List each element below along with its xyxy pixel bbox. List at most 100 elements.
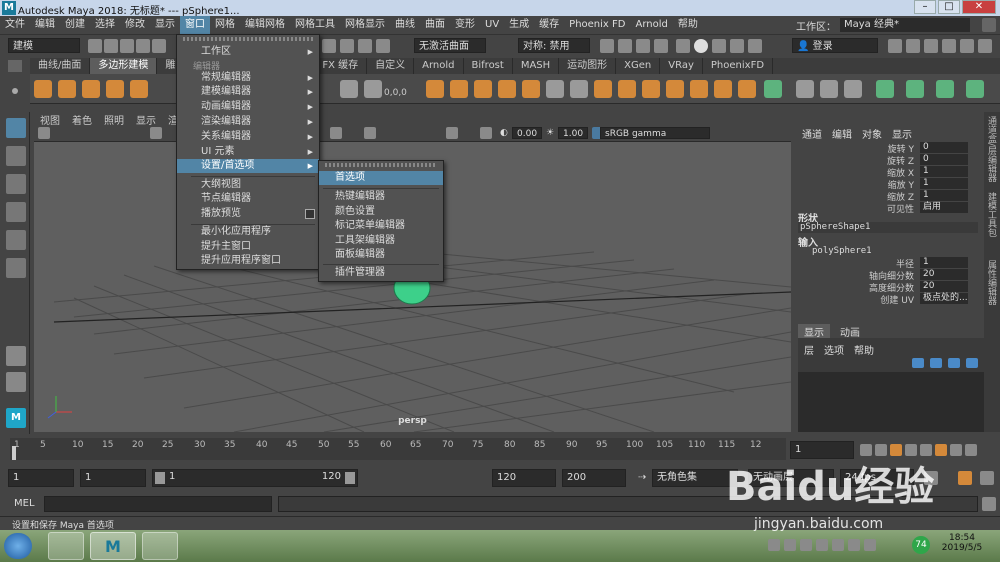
windows-menu-relationship-editors[interactable]: 关系编辑器 ▶ [177, 130, 319, 144]
windows-menu-raise-app-windows[interactable]: 提升应用程序窗口 [177, 254, 319, 268]
anim-end-field[interactable]: 200 [562, 469, 626, 487]
viewport-menu-show[interactable]: 显示 [130, 112, 162, 127]
poly-cone-icon[interactable] [106, 80, 124, 98]
scale-tool-icon[interactable] [6, 258, 26, 278]
channel-box-icon[interactable] [942, 39, 956, 53]
menu-surfaces[interactable]: 曲面 [420, 16, 450, 34]
append-polygon-icon[interactable] [618, 80, 636, 98]
playblast-options-box[interactable] [305, 209, 315, 219]
new-scene-icon[interactable] [88, 39, 102, 53]
channel-box-menu-object[interactable]: 对象 [862, 126, 882, 141]
layer-menu-layers[interactable]: 层 [804, 342, 814, 357]
mel-label[interactable]: MEL [14, 498, 35, 509]
move-layer-down-icon[interactable] [930, 358, 942, 368]
poly-torus-icon[interactable] [130, 80, 148, 98]
relax-sculpt-icon[interactable] [936, 80, 954, 98]
taskbar-app-maya[interactable]: M [90, 532, 136, 560]
stop-icon[interactable] [748, 39, 762, 53]
menu-modify[interactable]: 修改 [120, 16, 150, 34]
move-layer-up-icon[interactable] [912, 358, 924, 368]
menu-mesh-display[interactable]: 网格显示 [340, 16, 390, 34]
ipr-render-icon[interactable] [618, 39, 632, 53]
end-time-field[interactable]: 120 [492, 469, 556, 487]
bridge-icon[interactable] [570, 80, 588, 98]
shelf-tab-fx-caching[interactable]: FX 缓存 [314, 58, 368, 74]
shelf-tab-motion-graphics[interactable]: 运动图形 [559, 58, 617, 74]
layer-tab-display[interactable]: 显示 [798, 324, 830, 339]
go-to-end-icon[interactable] [965, 444, 977, 456]
windows-menu-modeling-editors[interactable]: 建模编辑器 ▶ [177, 85, 319, 99]
submenu-shelf-editor[interactable]: 工具架编辑器 [319, 234, 443, 248]
windows-menu-rendering-editors[interactable]: 渲染编辑器 ▶ [177, 115, 319, 129]
smooth-sculpt-icon[interactable] [906, 80, 924, 98]
shelf-tab-phoenixfd[interactable]: PhoenixFD [703, 58, 774, 74]
layer-tab-anim[interactable]: 动画 [834, 324, 866, 339]
outliner-toggle-icon[interactable] [978, 39, 992, 53]
range-slider[interactable]: 1 120 [152, 469, 358, 487]
viewport-menu-shading[interactable]: 着色 [66, 112, 98, 127]
menu-edit[interactable]: 编辑 [30, 16, 60, 34]
close-button[interactable]: ✕ [962, 0, 996, 14]
exposure-field[interactable]: 0.00 [512, 127, 542, 139]
boolean-icon[interactable] [498, 80, 516, 98]
shelf-tab-curves[interactable]: 曲线/曲面 [30, 58, 91, 74]
new-layer-icon[interactable] [948, 358, 960, 368]
planar-map-icon[interactable] [844, 80, 862, 98]
windows-menu-raise-main[interactable]: 提升主窗口 [177, 240, 319, 254]
menu-mesh-tools[interactable]: 网格工具 [290, 16, 340, 34]
bevel-icon[interactable] [594, 80, 612, 98]
current-time-marker[interactable] [12, 446, 16, 460]
range-end-handle[interactable] [345, 472, 355, 484]
fill-hole-icon[interactable] [642, 80, 660, 98]
snap-point-icon[interactable] [340, 39, 354, 53]
minimize-button[interactable]: – [914, 0, 936, 14]
menuset-dropdown[interactable]: 建模 [8, 38, 80, 53]
time-ruler[interactable]: 1 5 10 15 20 25 30 35 40 45 50 55 60 65 … [10, 438, 786, 460]
light-icon[interactable] [330, 127, 342, 139]
layer-editor-icon[interactable] [960, 39, 974, 53]
script-editor-icon[interactable] [982, 497, 996, 511]
move-tool-icon[interactable] [6, 202, 26, 222]
snap-together-icon[interactable] [364, 80, 382, 98]
offset-edge-loop-icon[interactable] [738, 80, 756, 98]
single-perspective-view-icon[interactable] [6, 346, 26, 366]
tool-settings-icon[interactable] [924, 39, 938, 53]
quad-draw-icon[interactable] [764, 80, 782, 98]
shelf-settings-icon[interactable] [8, 60, 22, 72]
maximize-button[interactable]: □ [938, 0, 960, 14]
shelf-tab-vray[interactable]: VRay [660, 58, 703, 74]
shelf-tab-custom[interactable]: 自定义 [367, 58, 415, 74]
extrude-icon[interactable] [546, 80, 564, 98]
start-time-field[interactable]: 1 [8, 469, 74, 487]
grab-sculpt-icon[interactable] [966, 80, 984, 98]
camera-icon[interactable] [38, 127, 50, 139]
channel-box-menu-edit[interactable]: 编辑 [832, 126, 852, 141]
layer-menu-options[interactable]: 选项 [824, 342, 844, 357]
gamma-field[interactable]: 1.00 [558, 127, 588, 139]
menu-arnold[interactable]: Arnold [630, 16, 672, 34]
select-tool-icon[interactable] [6, 118, 26, 138]
undo-icon[interactable] [136, 39, 150, 53]
menu-windows[interactable]: 窗口 [180, 16, 210, 34]
symmetry-dropdown[interactable]: 对称: 禁用 [518, 38, 590, 53]
submenu-color-settings[interactable]: 颜色设置 [319, 205, 443, 219]
play-ipr-icon[interactable] [694, 39, 708, 53]
shadow-icon[interactable] [364, 127, 376, 139]
input-node-name[interactable]: polySphere1 [812, 246, 872, 256]
channel-box-menu-channels[interactable]: 通道 [802, 126, 822, 141]
four-view-icon[interactable] [6, 372, 26, 392]
submenu-plugin-manager[interactable]: 插件管理器 [319, 266, 443, 280]
grid-toggle-icon[interactable] [150, 127, 162, 139]
merge-icon[interactable] [666, 80, 684, 98]
layer-menu-help[interactable]: 帮助 [854, 342, 874, 357]
combine-icon[interactable] [426, 80, 444, 98]
new-layer-from-selection-icon[interactable] [966, 358, 978, 368]
colorspace-dropdown[interactable]: sRGB gamma [600, 127, 710, 139]
menu-tear-off[interactable] [183, 37, 313, 41]
create-polygon-icon[interactable] [796, 80, 814, 98]
uv-editor-icon[interactable] [820, 80, 838, 98]
windows-menu-playblast[interactable]: 播放预览 [177, 207, 319, 221]
redo-icon[interactable] [152, 39, 166, 53]
sidebar-tab-modeling-toolkit[interactable]: 建模工具包 [986, 192, 998, 237]
submenu-marking-menu-editor[interactable]: 标记菜单编辑器 [319, 219, 443, 233]
